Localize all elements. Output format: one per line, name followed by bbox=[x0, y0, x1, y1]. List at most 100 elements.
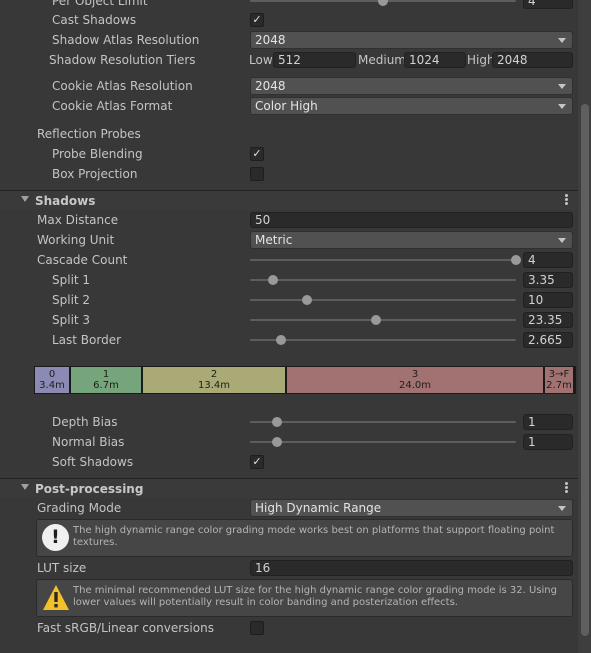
shadows-section-title: Shadows bbox=[35, 194, 96, 208]
reflection-probes-label: Reflection Probes bbox=[37, 127, 141, 141]
fast-srgb-checkbox[interactable] bbox=[250, 621, 264, 635]
lut-size-label: LUT size bbox=[37, 561, 87, 575]
split2-row: Split 2 10 bbox=[0, 290, 578, 310]
grading-mode-dropdown[interactable]: High Dynamic Range bbox=[250, 499, 573, 517]
cookie-atlas-resolution-row: Cookie Atlas Resolution 2048 bbox=[0, 76, 578, 96]
max-distance-field[interactable]: 50 bbox=[250, 212, 573, 228]
tier-low-field[interactable]: 512 bbox=[273, 52, 356, 68]
kebab-menu-icon[interactable] bbox=[563, 193, 569, 205]
box-projection-checkbox[interactable] bbox=[250, 167, 264, 181]
normal-bias-thumb[interactable] bbox=[271, 437, 282, 447]
split2-field[interactable]: 10 bbox=[523, 292, 573, 308]
lut-size-field[interactable]: 16 bbox=[250, 560, 573, 576]
cascade-distance-label: 2.7m bbox=[546, 380, 572, 391]
chevron-down-icon bbox=[558, 104, 566, 109]
tier-high-label: High bbox=[467, 53, 495, 67]
shadow-atlas-resolution-dropdown[interactable]: 2048 bbox=[250, 31, 573, 49]
cascade-segment[interactable]: 3 24.0m bbox=[287, 367, 545, 393]
cast-shadows-row: Cast Shadows ✓ bbox=[0, 10, 578, 30]
probe-blending-checkbox[interactable]: ✓ bbox=[250, 147, 264, 161]
cascade-segment[interactable]: 2 13.4m bbox=[143, 367, 287, 393]
split1-row: Split 1 3.35 bbox=[0, 270, 578, 290]
soft-shadows-label: Soft Shadows bbox=[52, 455, 134, 469]
probe-blending-row: Probe Blending ✓ bbox=[0, 144, 578, 164]
probe-blending-label: Probe Blending bbox=[52, 147, 143, 161]
cast-shadows-checkbox[interactable]: ✓ bbox=[250, 13, 264, 27]
split3-thumb[interactable] bbox=[371, 315, 382, 325]
cascade-distance-label: 24.0m bbox=[398, 380, 431, 391]
warning-icon bbox=[43, 585, 69, 610]
max-distance-label: Max Distance bbox=[37, 213, 119, 227]
split3-field[interactable]: 23.35 bbox=[523, 312, 573, 328]
chevron-down-icon bbox=[558, 238, 566, 243]
cascade-count-label: Cascade Count bbox=[37, 253, 128, 267]
lut-size-warning-text: The minimal recommended LUT size for the… bbox=[73, 585, 557, 608]
split3-slider[interactable] bbox=[250, 319, 516, 321]
cascade-split-bar[interactable]: 0 3.4m 1 6.7m 2 13.4m 3 24.0m 3→F 2.7m bbox=[34, 366, 576, 394]
box-projection-label: Box Projection bbox=[52, 167, 138, 181]
chevron-down-icon bbox=[558, 506, 566, 511]
grading-mode-value: High Dynamic Range bbox=[255, 501, 382, 515]
cookie-atlas-resolution-value: 2048 bbox=[255, 79, 286, 93]
cascade-count-slider[interactable] bbox=[250, 259, 516, 261]
cascade-segment[interactable]: 0 3.4m bbox=[35, 367, 71, 393]
last-border-row: Last Border 2.665 bbox=[0, 330, 578, 350]
post-processing-section-title: Post-processing bbox=[35, 482, 144, 496]
last-border-slider[interactable] bbox=[250, 339, 516, 341]
cascade-index-label: 3→F bbox=[548, 369, 570, 380]
split2-slider[interactable] bbox=[250, 299, 516, 301]
split1-slider[interactable] bbox=[250, 279, 516, 281]
shadows-section-header[interactable]: Shadows bbox=[0, 190, 578, 210]
chevron-down-icon bbox=[558, 84, 566, 89]
soft-shadows-row: Soft Shadows ✓ bbox=[0, 452, 578, 472]
grading-mode-label: Grading Mode bbox=[37, 501, 122, 515]
foldout-arrow-icon[interactable] bbox=[21, 196, 29, 202]
per-object-limit-field[interactable]: 4 bbox=[523, 0, 573, 9]
last-border-thumb[interactable] bbox=[275, 335, 286, 345]
last-border-label: Last Border bbox=[52, 333, 122, 347]
foldout-arrow-icon[interactable] bbox=[21, 484, 29, 490]
fast-srgb-label: Fast sRGB/Linear conversions bbox=[37, 621, 214, 635]
normal-bias-slider[interactable] bbox=[250, 441, 516, 443]
working-unit-dropdown[interactable]: Metric bbox=[250, 231, 573, 249]
depth-bias-field[interactable]: 1 bbox=[523, 414, 573, 430]
last-border-field[interactable]: 2.665 bbox=[523, 332, 573, 348]
tier-high-field[interactable]: 2048 bbox=[492, 52, 573, 68]
normal-bias-label: Normal Bias bbox=[52, 435, 125, 449]
split3-label: Split 3 bbox=[52, 313, 91, 327]
shadow-atlas-resolution-value: 2048 bbox=[255, 33, 286, 47]
cookie-atlas-resolution-dropdown[interactable]: 2048 bbox=[250, 77, 573, 95]
cascade-count-thumb[interactable] bbox=[511, 255, 521, 265]
cascade-index-label: 3 bbox=[411, 369, 419, 380]
cascade-count-field[interactable]: 4 bbox=[523, 252, 573, 268]
cascade-segment[interactable]: 3→F 2.7m bbox=[545, 367, 575, 393]
per-object-limit-thumb[interactable] bbox=[378, 0, 388, 6]
soft-shadows-checkbox[interactable]: ✓ bbox=[250, 455, 264, 469]
cascade-segment[interactable]: 1 6.7m bbox=[71, 367, 143, 393]
kebab-menu-icon[interactable] bbox=[563, 481, 569, 493]
tier-medium-label: Medium bbox=[358, 53, 406, 67]
depth-bias-slider[interactable] bbox=[250, 421, 516, 423]
cascade-distance-label: 3.4m bbox=[39, 380, 65, 391]
depth-bias-label: Depth Bias bbox=[52, 415, 118, 429]
normal-bias-row: Normal Bias 1 bbox=[0, 432, 578, 452]
cookie-atlas-format-value: Color High bbox=[255, 99, 318, 113]
cascade-count-row: Cascade Count 4 bbox=[0, 250, 578, 270]
vertical-scrollbar[interactable] bbox=[578, 0, 591, 653]
split1-thumb[interactable] bbox=[267, 275, 278, 285]
normal-bias-field[interactable]: 1 bbox=[523, 434, 573, 450]
depth-bias-thumb[interactable] bbox=[271, 417, 282, 427]
cookie-atlas-format-label: Cookie Atlas Format bbox=[52, 99, 173, 113]
working-unit-value: Metric bbox=[255, 233, 293, 247]
split2-label: Split 2 bbox=[52, 293, 91, 307]
lut-size-row: LUT size 16 bbox=[0, 558, 578, 578]
cookie-atlas-format-dropdown[interactable]: Color High bbox=[250, 97, 573, 115]
grading-mode-row: Grading Mode High Dynamic Range bbox=[0, 498, 578, 518]
reflection-probes-row: Reflection Probes bbox=[0, 124, 578, 144]
split1-field[interactable]: 3.35 bbox=[523, 272, 573, 288]
split2-thumb[interactable] bbox=[301, 295, 312, 305]
scrollbar-thumb[interactable] bbox=[581, 104, 589, 636]
tier-medium-field[interactable]: 1024 bbox=[404, 52, 466, 68]
box-projection-row: Box Projection bbox=[0, 164, 578, 184]
post-processing-section-header[interactable]: Post-processing bbox=[0, 478, 578, 498]
